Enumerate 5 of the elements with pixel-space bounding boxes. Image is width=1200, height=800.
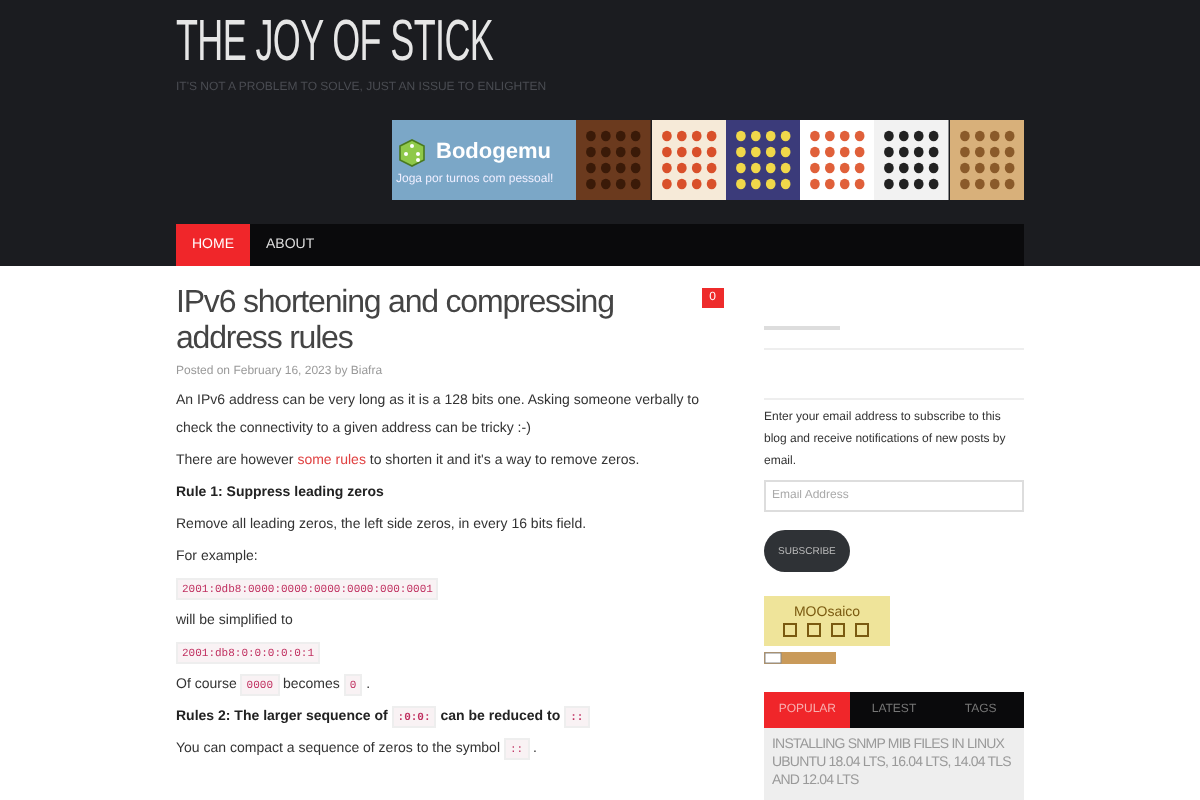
site-badge-icon[interactable]: [764, 652, 836, 664]
dice-icon: [396, 135, 428, 167]
post-title[interactable]: IPv6 shortening and compressing address rules: [176, 286, 676, 358]
banner-brand: Bodogemu: [436, 139, 551, 163]
site-title[interactable]: THE JOY OF STICK: [176, 0, 1024, 72]
